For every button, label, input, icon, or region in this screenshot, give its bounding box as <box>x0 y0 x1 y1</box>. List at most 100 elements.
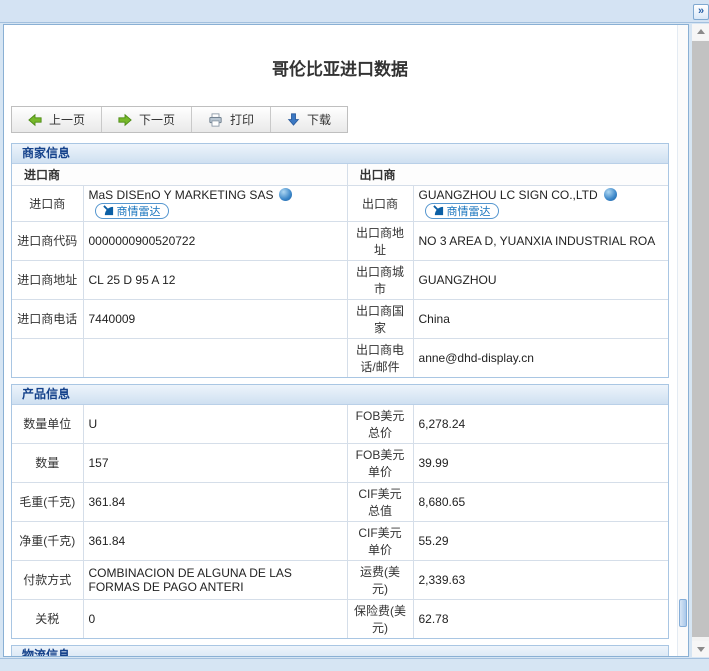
radar-badge-label: 商情雷达 <box>446 205 491 218</box>
field-label: 数量 <box>11 442 84 483</box>
radar-badge-button[interactable]: 商情雷达 <box>94 202 169 219</box>
field-label: 进口商代码 <box>11 220 84 261</box>
field-value: COMBINACION DE ALGUNA DE LAS FORMAS DE P… <box>82 559 348 600</box>
field-label: 进口商 <box>11 185 84 222</box>
field-label: 付款方式 <box>11 559 84 600</box>
field-value: GUANGZHOU <box>412 259 669 300</box>
field-value: 7440009 <box>82 298 348 339</box>
radar-icon <box>102 205 113 216</box>
radar-icon <box>432 205 443 216</box>
table-row: 出口商电话/邮件 anne@dhd-display.cn <box>11 337 669 377</box>
field-value: 39.99 <box>412 442 669 483</box>
merchant-table: 进口商 出口商 进口商 MaS DISEnO Y MARKETING SAS 商情… <box>11 163 669 377</box>
section-header-product: 产品信息 <box>12 384 668 405</box>
field-label: 毛重(千克) <box>11 481 84 522</box>
field-value: 0000000900520722 <box>82 220 348 261</box>
table-row: 数量 157 FOB美元单价 39.99 <box>11 442 669 483</box>
field-value: 157 <box>82 442 348 483</box>
table-row: 付款方式 COMBINACION DE ALGUNA DE LAS FORMAS… <box>11 559 669 600</box>
section-logistics-info: 物流信息 关单号 32020000861736 进口日期 2020-07-30 … <box>11 644 669 656</box>
main-panel: 哥伦比亚进口数据 上一页 下一页 打印 下载 商家信息 进口商 出口商 进口商 … <box>3 24 689 657</box>
download-label: 下载 <box>307 113 332 127</box>
field-label: FOB美元总价 <box>346 404 414 444</box>
field-value: NO 3 AREA D, YUANXIA INDUSTRIAL ROA <box>412 220 669 261</box>
panel-scrollbar-thumb[interactable] <box>679 599 687 627</box>
field-value: 55.29 <box>412 520 669 561</box>
table-row: 数量单位 U FOB美元总价 6,278.24 <box>11 404 669 444</box>
toolbar: 上一页 下一页 打印 下载 <box>11 106 349 133</box>
field-label: 进口商地址 <box>11 259 84 300</box>
arrow-right-green-icon <box>118 113 132 126</box>
section-product-info: 产品信息 数量单位 U FOB美元总价 6,278.24 数量 157 FOB美… <box>11 383 669 639</box>
double-chevron-right-icon: » <box>697 5 705 17</box>
expand-button[interactable]: » <box>693 4 709 20</box>
field-label: 出口商城市 <box>346 259 414 300</box>
download-button[interactable]: 下载 <box>271 107 347 132</box>
section-header-logistics: 物流信息 <box>12 645 668 656</box>
field-value <box>82 337 348 377</box>
field-label: 保险费(美元) <box>346 598 414 638</box>
field-label: CIF美元总值 <box>346 481 414 522</box>
importer-header: 进口商 <box>11 163 348 186</box>
field-label: 进口商电话 <box>11 298 84 339</box>
scroll-down-button[interactable] <box>692 641 709 657</box>
page-title: 哥伦比亚进口数据 <box>272 60 408 79</box>
window-top-bar: » <box>0 0 709 23</box>
panel-content: 哥伦比亚进口数据 上一页 下一页 打印 下载 商家信息 进口商 出口商 进口商 … <box>4 25 676 656</box>
field-value: 8,680.65 <box>412 481 669 522</box>
field-label: 运费(美元) <box>346 559 414 600</box>
radar-badge-label: 商情雷达 <box>116 205 161 218</box>
window-bottom-strip <box>0 658 709 671</box>
table-row: 进口商代码 0000000900520722 出口商地址 NO 3 AREA D… <box>11 220 669 261</box>
field-value: 62.78 <box>412 598 669 638</box>
field-value: 2,339.63 <box>412 559 669 600</box>
printer-icon <box>209 112 222 127</box>
scroll-up-button[interactable] <box>692 24 709 40</box>
prev-page-label: 上一页 <box>49 113 86 127</box>
field-label: 关税 <box>11 598 84 638</box>
table-row: 进口商地址 CL 25 D 95 A 12 出口商城市 GUANGZHOU <box>11 259 669 300</box>
importer-name-cell: MaS DISEnO Y MARKETING SAS 商情雷达 <box>82 185 348 222</box>
field-label: 出口商 <box>346 185 414 222</box>
field-label: 出口商电话/邮件 <box>346 337 414 377</box>
panel-scrollbar[interactable] <box>677 25 688 656</box>
radar-badge-button[interactable]: 商情雷达 <box>424 202 499 219</box>
table-row: 毛重(千克) 361.84 CIF美元总值 8,680.65 <box>11 481 669 522</box>
merchant-subheader-row: 进口商 出口商 <box>11 163 669 186</box>
section-header-merchant: 商家信息 <box>12 144 668 164</box>
table-row: 关税 0 保险费(美元) 62.78 <box>11 598 669 638</box>
next-page-button[interactable]: 下一页 <box>102 107 193 132</box>
field-value: 361.84 <box>82 481 348 522</box>
window-scrollbar[interactable] <box>692 24 709 657</box>
field-label: 净重(千克) <box>11 520 84 561</box>
field-value: China <box>412 298 669 339</box>
importer-name: MaS DISEnO Y MARKETING SAS <box>88 188 274 202</box>
product-table: 数量单位 U FOB美元总价 6,278.24 数量 157 FOB美元单价 3… <box>11 404 669 638</box>
field-value: 361.84 <box>82 520 348 561</box>
field-label: 数量单位 <box>11 404 84 444</box>
field-label: 出口商地址 <box>346 220 414 261</box>
field-label: 出口商国家 <box>346 298 414 339</box>
table-row: 净重(千克) 361.84 CIF美元单价 55.29 <box>11 520 669 561</box>
arrow-down-blue-icon <box>287 113 300 126</box>
field-value: CL 25 D 95 A 12 <box>82 259 348 300</box>
next-page-label: 下一页 <box>139 113 176 127</box>
window-scrollbar-thumb[interactable] <box>692 41 709 637</box>
field-label <box>11 337 84 377</box>
field-label: CIF美元单价 <box>346 520 414 561</box>
field-value: 0 <box>82 598 348 638</box>
triangle-up-icon <box>696 29 705 34</box>
field-value: anne@dhd-display.cn <box>412 337 669 377</box>
table-row: 进口商电话 7440009 出口商国家 China <box>11 298 669 339</box>
exporter-header: 出口商 <box>346 163 669 186</box>
exporter-name: GUANGZHOU LC SIGN CO.,LTD <box>418 188 598 202</box>
print-label: 打印 <box>230 113 255 127</box>
globe-icon[interactable] <box>279 188 293 201</box>
print-button[interactable]: 打印 <box>192 107 272 132</box>
field-value: U <box>82 404 348 444</box>
arrow-left-green-icon <box>28 113 42 126</box>
table-row: 进口商 MaS DISEnO Y MARKETING SAS 商情雷达 出口商 G… <box>11 185 669 222</box>
exporter-name-cell: GUANGZHOU LC SIGN CO.,LTD 商情雷达 <box>412 185 669 222</box>
globe-icon[interactable] <box>603 188 617 201</box>
prev-page-button[interactable]: 上一页 <box>12 107 103 132</box>
